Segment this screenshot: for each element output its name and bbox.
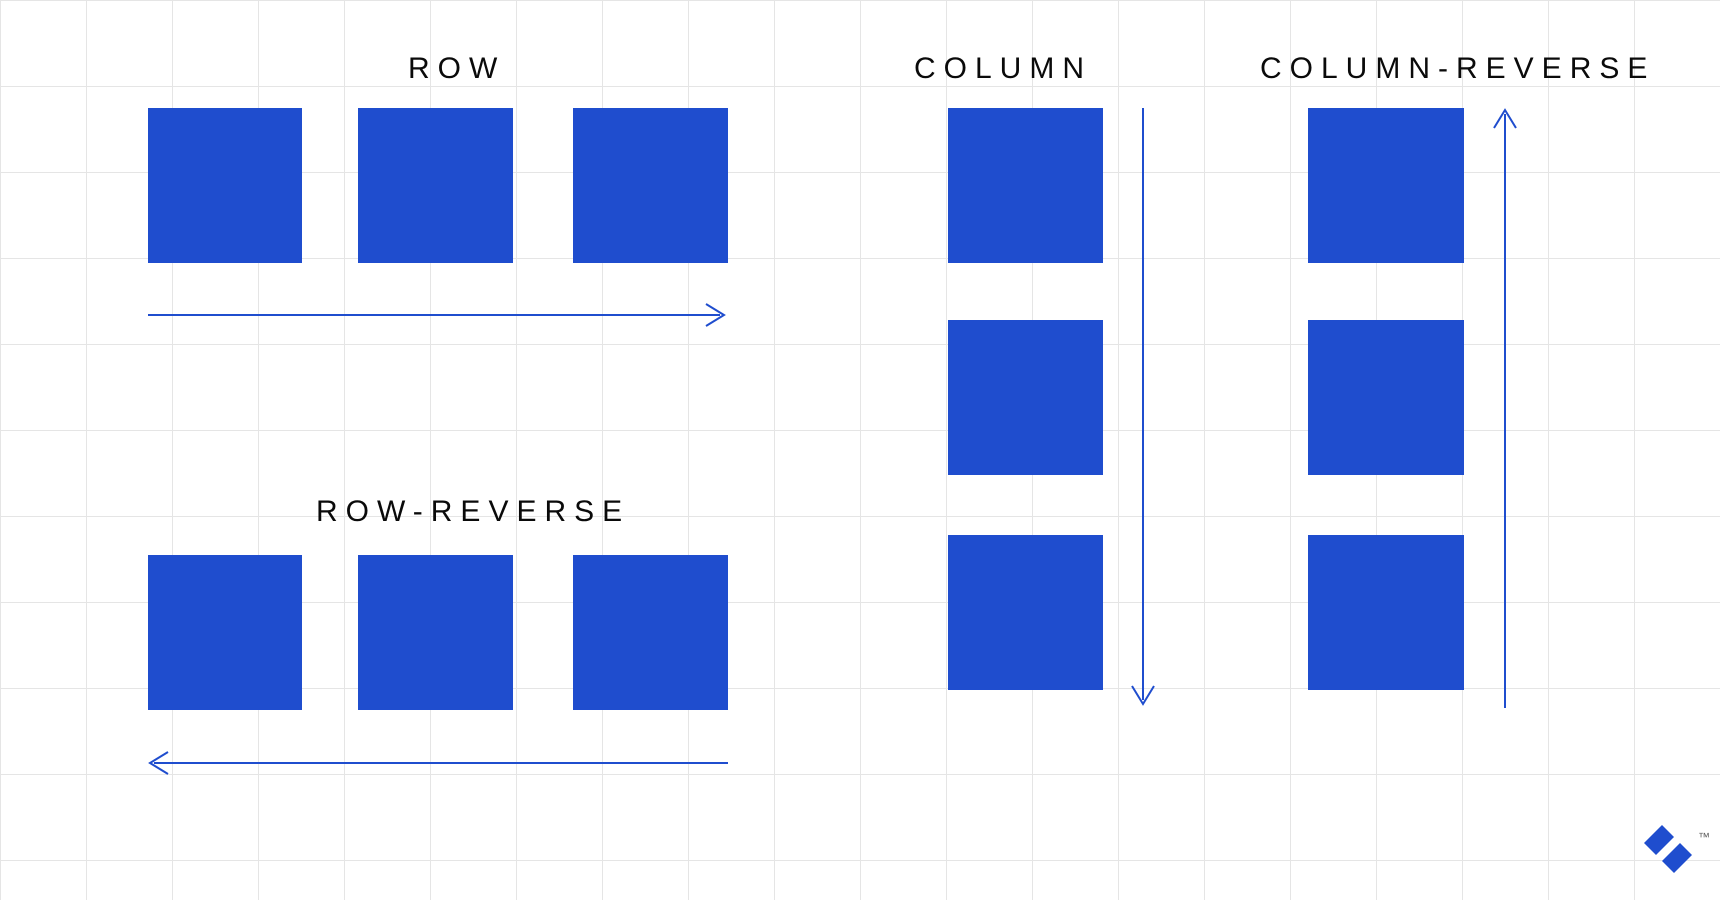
column-box-1 bbox=[948, 108, 1103, 263]
row-box-2 bbox=[358, 108, 513, 263]
toptal-logo-icon bbox=[1644, 825, 1692, 878]
row-reverse-box-2 bbox=[358, 555, 513, 710]
column-box-2 bbox=[948, 320, 1103, 475]
column-arrow-down-icon bbox=[1128, 108, 1158, 708]
row-reverse-arrow-left-icon bbox=[148, 748, 728, 778]
column-reverse-box-1 bbox=[1308, 108, 1464, 263]
label-column-reverse: COLUMN-REVERSE bbox=[1260, 52, 1655, 86]
row-reverse-box-3 bbox=[573, 555, 728, 710]
row-box-1 bbox=[148, 108, 302, 263]
diagram-canvas: ROW ROW-REVERSE COLUMN COLUMN-REVERSE bbox=[0, 0, 1720, 900]
column-reverse-box-2 bbox=[1308, 320, 1464, 475]
row-arrow-right-icon bbox=[148, 300, 728, 330]
label-row-reverse: ROW-REVERSE bbox=[316, 495, 630, 529]
row-box-3 bbox=[573, 108, 728, 263]
trademark-symbol: ™ bbox=[1698, 830, 1710, 844]
column-box-3 bbox=[948, 535, 1103, 690]
column-reverse-arrow-up-icon bbox=[1490, 108, 1520, 708]
label-column: COLUMN bbox=[914, 52, 1092, 86]
column-reverse-box-3 bbox=[1308, 535, 1464, 690]
label-row: ROW bbox=[408, 52, 505, 86]
row-reverse-box-1 bbox=[148, 555, 302, 710]
